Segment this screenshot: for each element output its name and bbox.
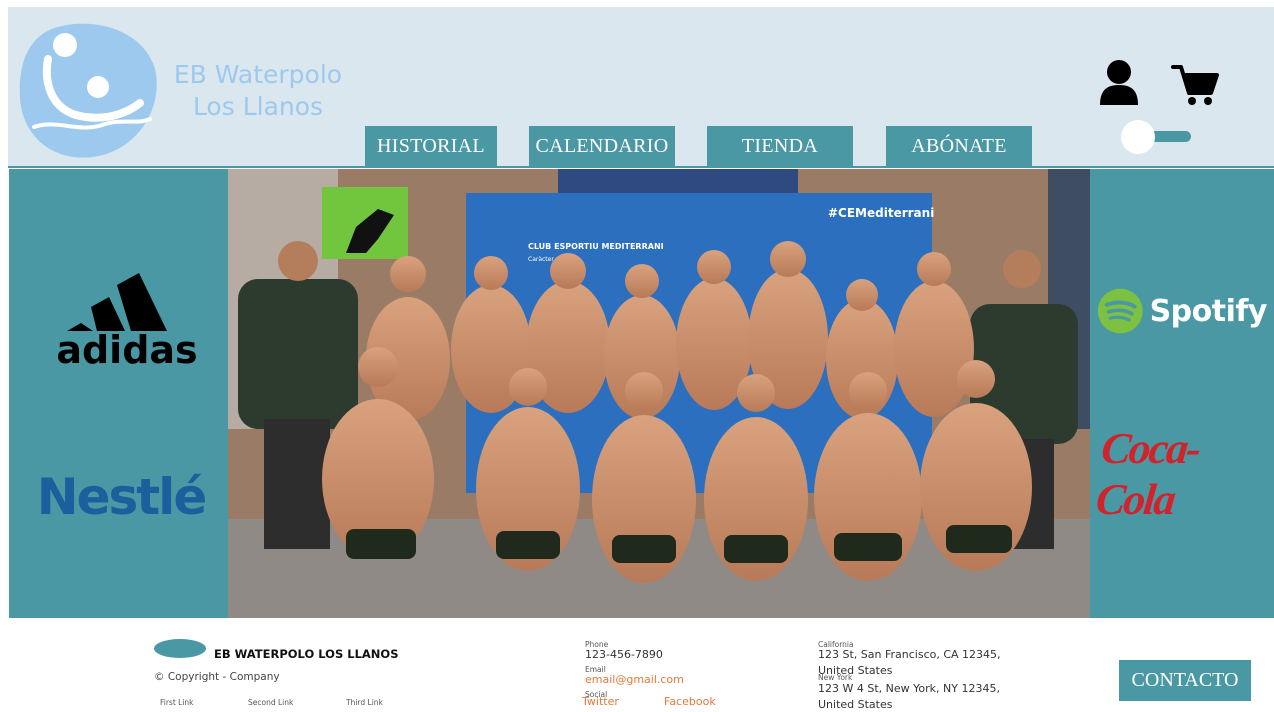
user-account-icon[interactable] <box>1098 59 1140 107</box>
footer-copyright: © Copyright - Company <box>154 671 280 683</box>
spotify-wordmark: Spotify <box>1149 293 1268 329</box>
sponsor-nestle[interactable]: Nestlé <box>31 465 211 529</box>
logo-title[interactable]: EB Waterpolo Los Llanos <box>168 59 348 123</box>
waterpolo-logo-icon[interactable] <box>18 19 158 159</box>
toggle-knob <box>1121 120 1155 154</box>
adidas-wordmark: adidas <box>56 328 197 367</box>
photo-hashtag: #CEMediterrani <box>828 206 934 220</box>
team-photo-image: #CEMediterrani CLUB ESPORTIU MEDITERRANI… <box>228 169 1090 618</box>
cocacola-wordmark: Coca-Cola <box>1093 424 1202 524</box>
contact-button[interactable]: CONTACTO <box>1119 660 1251 701</box>
email-link[interactable]: email@gmail.com <box>585 673 684 686</box>
sponsor-cocacola[interactable]: Coca-Cola <box>1094 424 1269 524</box>
spotify-logo-icon <box>1097 288 1143 334</box>
site-footer: EB WATERPOLO LOS LLANOS © Copyright - Co… <box>0 618 1274 712</box>
footer-link-third[interactable]: Third Link <box>346 698 383 707</box>
footer-link-second[interactable]: Second Link <box>248 698 293 707</box>
footer-link-first[interactable]: First Link <box>160 698 194 707</box>
nav-calendario-button[interactable]: CALENDARIO <box>529 126 675 167</box>
location-newyork-address: 123 W 4 St, New York, NY 12345, <box>818 682 1000 695</box>
logo-line-1: EB Waterpolo <box>173 60 343 89</box>
site-header: EB Waterpolo Los Llanos HISTORIAL CALEND… <box>8 7 1274 168</box>
social-twitter-link[interactable]: Twitter <box>582 695 619 708</box>
shopping-cart-icon[interactable] <box>1171 63 1219 107</box>
logo-line-2: Los Llanos <box>192 92 324 121</box>
nav-tienda-button[interactable]: TIENDA <box>707 126 853 167</box>
adidas-logo-icon: adidas <box>56 273 198 367</box>
location-newyork-country: United States <box>818 698 893 711</box>
location-california-address: 123 St, San Francisco, CA 12345, <box>818 648 1001 661</box>
nav-historial-button[interactable]: HISTORIAL <box>365 126 497 167</box>
location-newyork-label: New York <box>818 673 853 682</box>
sponsor-adidas[interactable]: adidas <box>47 263 207 367</box>
footer-logo-icon[interactable] <box>154 639 206 658</box>
footer-brand: EB WATERPOLO LOS LLANOS <box>214 647 399 661</box>
sponsor-spotify[interactable]: Spotify <box>1097 281 1268 341</box>
photo-banner-title: CLUB ESPORTIU MEDITERRANI <box>528 242 664 251</box>
social-facebook-link[interactable]: Facebook <box>664 695 716 708</box>
theme-toggle[interactable] <box>1121 119 1193 155</box>
nestle-wordmark: Nestlé <box>36 468 207 526</box>
phone-value: 123-456-7890 <box>585 648 663 661</box>
team-photo: #CEMediterrani CLUB ESPORTIU MEDITERRANI… <box>228 169 1090 618</box>
nav-abonate-button[interactable]: ABÓNATE <box>886 126 1032 167</box>
